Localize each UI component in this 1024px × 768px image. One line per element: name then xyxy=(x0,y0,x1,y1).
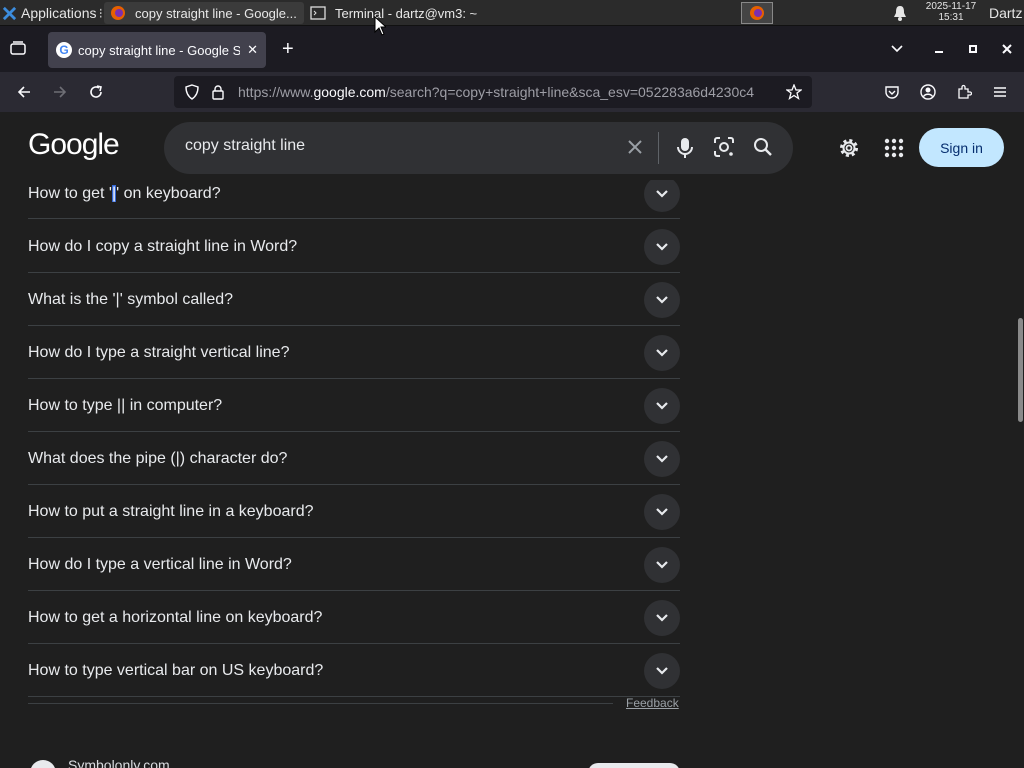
question-text: How to get '|' on keyboard? xyxy=(28,185,221,203)
clock-date: 2025-11-17 xyxy=(925,1,977,12)
tab-close-icon[interactable]: ✕ xyxy=(247,42,258,58)
url-domain: google.com xyxy=(313,84,386,100)
new-tab-icon[interactable]: + xyxy=(282,38,294,61)
question-prefix: How to get ' xyxy=(28,185,112,202)
extensions-icon[interactable] xyxy=(954,82,974,102)
question-text: How to put a straight line in a keyboard… xyxy=(28,503,314,520)
account-icon[interactable] xyxy=(918,82,938,102)
question-text: What does the pipe (|) character do? xyxy=(28,450,288,467)
question-text: How to type || in computer? xyxy=(28,397,223,414)
scrollbar[interactable] xyxy=(1018,318,1023,422)
chevron-down-icon[interactable] xyxy=(644,600,680,636)
question-row[interactable]: How to put a straight line in a keyboard… xyxy=(28,485,680,538)
question-text: How do I type a vertical line in Word? xyxy=(28,556,292,573)
question-row[interactable]: How do I copy a straight line in Word? xyxy=(28,220,680,273)
chevron-down-icon[interactable] xyxy=(644,388,680,424)
window-controls xyxy=(872,26,1024,72)
lock-icon[interactable] xyxy=(211,84,225,100)
question-text: What is the '|' symbol called? xyxy=(28,291,234,308)
maximize-icon[interactable] xyxy=(956,42,990,57)
question-text: How to get a horizontal line on keyboard… xyxy=(28,609,323,626)
applications-label: Applications xyxy=(21,5,97,21)
url-path: /search?q=copy+straight+line&sca_esv=052… xyxy=(385,84,755,100)
question-row[interactable]: How to get a horizontal line on keyboard… xyxy=(28,591,680,644)
chevron-down-icon[interactable] xyxy=(644,653,680,689)
chevron-down-icon[interactable] xyxy=(644,282,680,318)
workspace-thumbnail[interactable] xyxy=(741,2,773,24)
firefox-icon xyxy=(111,6,125,20)
forward-icon[interactable] xyxy=(50,82,70,102)
google-lens-icon[interactable] xyxy=(713,136,735,158)
question-row[interactable]: What does the pipe (|) character do? xyxy=(28,432,680,485)
microphone-icon[interactable] xyxy=(674,136,696,160)
chevron-down-icon[interactable] xyxy=(644,180,680,212)
close-window-icon[interactable] xyxy=(990,42,1024,57)
xfce-logo-icon xyxy=(2,6,17,20)
clock-time: 15:31 xyxy=(938,12,964,23)
site-favicon-icon xyxy=(30,760,56,768)
bookmark-star-icon[interactable] xyxy=(786,84,802,100)
search-results: How to get '|' on keyboard? How do I cop… xyxy=(0,180,1024,768)
chevron-down-icon[interactable] xyxy=(644,441,680,477)
question-row[interactable]: How do I type a straight vertical line? xyxy=(28,326,680,379)
question-text: How do I type a straight vertical line? xyxy=(28,344,290,361)
tracking-shield-icon[interactable] xyxy=(184,84,200,100)
search-icon[interactable] xyxy=(752,136,774,158)
question-text: How to type vertical bar on US keyboard? xyxy=(28,662,324,679)
question-row[interactable]: What is the '|' symbol called? xyxy=(28,273,680,326)
tab-list-chevron-icon[interactable] xyxy=(872,42,922,57)
search-input[interactable] xyxy=(185,137,605,155)
taskbar-item-label: copy straight line - Google... xyxy=(135,5,297,21)
chevron-down-icon[interactable] xyxy=(644,494,680,530)
divider xyxy=(28,703,613,704)
question-row[interactable]: How to get '|' on keyboard? xyxy=(28,180,680,219)
terminal-icon xyxy=(310,6,326,20)
url-bar[interactable]: https://www.google.com/search?q=copy+str… xyxy=(174,76,812,108)
chevron-down-icon[interactable] xyxy=(644,335,680,371)
firefox-icon xyxy=(750,6,764,20)
google-favicon-icon: G xyxy=(56,42,72,58)
google-apps-icon[interactable] xyxy=(883,137,905,159)
tab-google-search[interactable]: G copy straight line - Google Search ✕ xyxy=(48,32,266,68)
question-row[interactable]: How to type vertical bar on US keyboard? xyxy=(28,644,680,697)
chevron-down-icon[interactable] xyxy=(644,229,680,265)
minimize-icon[interactable] xyxy=(922,42,956,57)
url-prefix: https://www. xyxy=(238,84,314,100)
notification-bell-icon[interactable] xyxy=(893,5,907,21)
search-divider xyxy=(658,132,659,164)
clock[interactable]: 2025-11-17 15:31 xyxy=(918,1,984,23)
chevron-down-icon[interactable] xyxy=(644,547,680,583)
search-box[interactable] xyxy=(164,122,793,174)
result-site-name[interactable]: Symbolonly.com xyxy=(68,757,170,768)
question-text: How do I copy a straight line in Word? xyxy=(28,238,298,255)
taskbar-item-terminal[interactable]: Terminal - dartz@vm3: ~ xyxy=(304,2,502,24)
mouse-cursor-icon xyxy=(374,16,386,36)
applications-menu[interactable]: Applications ⁝ xyxy=(2,0,103,26)
taskbar-item-firefox[interactable]: copy straight line - Google... xyxy=(104,2,304,24)
taskbar-item-label: Terminal - dartz@vm3: ~ xyxy=(335,5,478,21)
app-menu-icon[interactable] xyxy=(990,82,1010,102)
navigation-toolbar: https://www.google.com/search?q=copy+str… xyxy=(0,72,1024,112)
reload-icon[interactable] xyxy=(86,82,106,102)
tab-strip: G copy straight line - Google Search ✕ + xyxy=(0,26,1024,72)
tab-list-icon[interactable] xyxy=(9,40,27,56)
question-suffix: ' on keyboard? xyxy=(116,185,221,202)
question-row[interactable]: How do I type a vertical line in Word? xyxy=(28,538,680,591)
tab-title: copy straight line - Google Search xyxy=(78,42,240,58)
taskbar: Applications ⁝ copy straight line - Goog… xyxy=(0,0,1024,26)
google-header: Google Sign in xyxy=(0,112,1024,180)
feedback-link[interactable]: Feedback xyxy=(626,696,679,710)
settings-gear-icon[interactable] xyxy=(837,136,861,160)
sign-in-button[interactable]: Sign in xyxy=(919,128,1004,167)
clear-search-icon[interactable] xyxy=(624,136,646,158)
pocket-icon[interactable] xyxy=(882,82,902,102)
back-icon[interactable] xyxy=(14,82,34,102)
result-action-button[interactable] xyxy=(588,763,680,768)
google-logo[interactable]: Google xyxy=(28,128,120,162)
question-row[interactable]: How to type || in computer? xyxy=(28,379,680,432)
user-menu[interactable]: Dartz xyxy=(989,5,1022,21)
url-text[interactable]: https://www.google.com/search?q=copy+str… xyxy=(238,84,778,100)
